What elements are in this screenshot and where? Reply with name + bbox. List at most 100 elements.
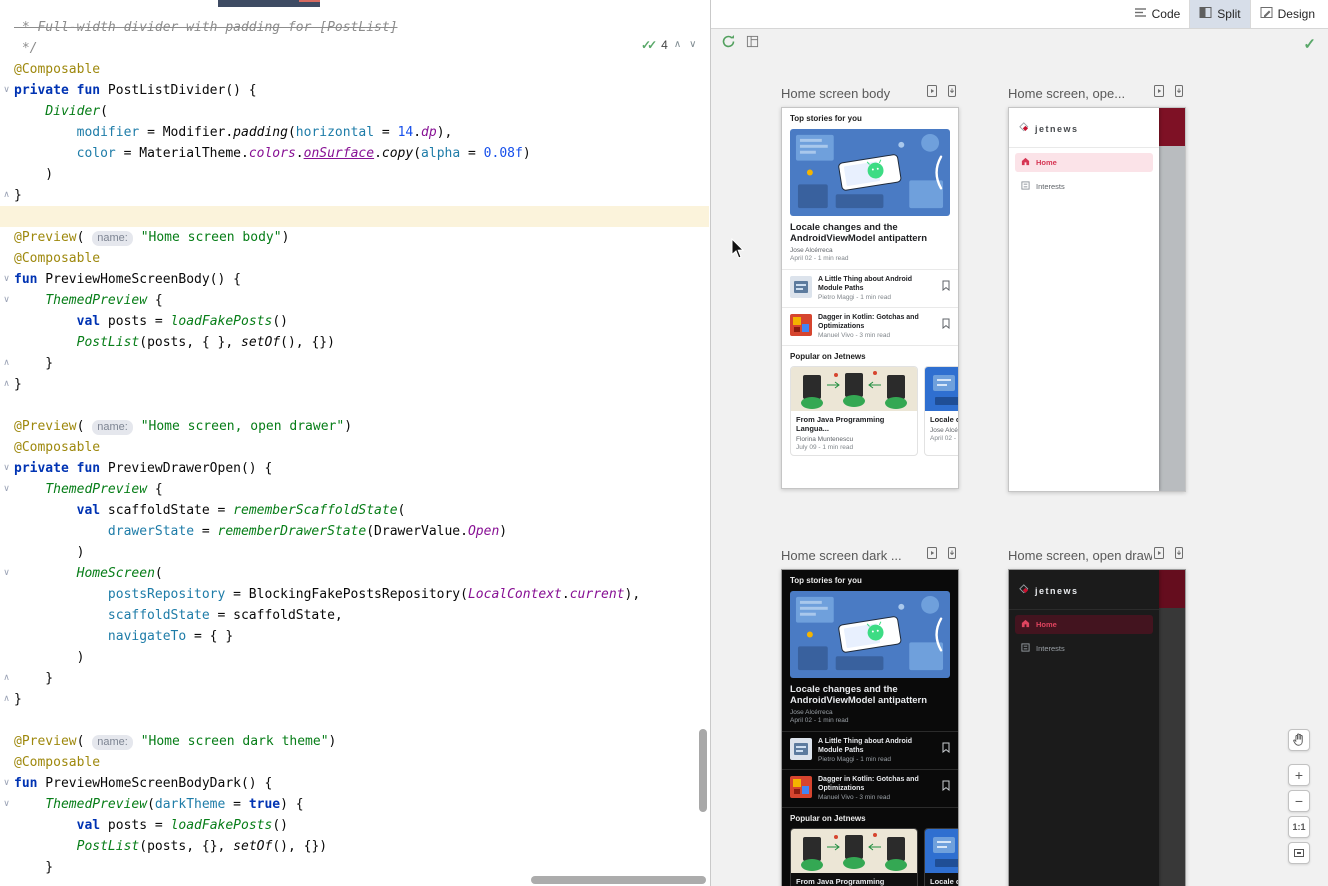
vertical-scrollbar[interactable]	[699, 729, 707, 812]
code-line[interactable]: HomeScreen(	[14, 563, 706, 584]
pan-button[interactable]	[1288, 729, 1310, 751]
code-line[interactable]	[14, 206, 706, 227]
code-line[interactable]: @Composable	[14, 59, 706, 80]
code-line[interactable]: ThemedPreview(darkTheme = true) {	[14, 794, 706, 815]
fold-marker[interactable]: ∧	[0, 353, 13, 374]
run-preview-icon[interactable]	[945, 546, 959, 565]
code-line[interactable]: private fun PreviewDrawerOpen() {	[14, 458, 706, 479]
preview-phone-open-drawer[interactable]: jetnewsHomeInterests	[1008, 107, 1186, 492]
popular-post-card[interactable]: From Java Programming Langua...Florina M…	[790, 828, 918, 886]
drawer-scrim[interactable]	[1159, 570, 1185, 886]
code-line[interactable]: @Composable	[14, 752, 706, 773]
code-line[interactable]: val posts = loadFakePosts()	[14, 815, 706, 836]
run-preview-icon[interactable]	[945, 84, 959, 103]
drawer-item-home[interactable]: Home	[1015, 153, 1153, 172]
zoom-to-fit-button[interactable]	[1288, 842, 1310, 864]
interactive-preview-icon[interactable]	[1152, 84, 1166, 103]
code-line[interactable]: modifier = Modifier.padding(horizontal =…	[14, 122, 706, 143]
fold-marker[interactable]: ∧	[0, 668, 13, 689]
hero-post-title[interactable]: Locale changes and the AndroidViewModel …	[790, 222, 950, 244]
inspections-widget[interactable]: ✓✓ 4 ∧ ∨	[641, 36, 698, 53]
preview-canvas[interactable]: Home screen body Top stories for youLoca…	[711, 60, 1328, 886]
code-line[interactable]: }	[14, 185, 706, 206]
zoom-actual-size-button[interactable]: 1:1	[1288, 816, 1310, 838]
popular-post-card[interactable]: From Java Programming Langua...Florina M…	[790, 366, 918, 456]
code-editor[interactable]: * Full-width divider with padding for [P…	[14, 17, 706, 878]
drawer-item-interests[interactable]: Interests	[1015, 177, 1153, 196]
code-line[interactable]: fun PreviewHomeScreenBodyDark() {	[14, 773, 706, 794]
popular-post-card[interactable]: Locale changes and the Andro...Jose Alcé…	[924, 366, 959, 456]
code-line[interactable]: val posts = loadFakePosts()	[14, 311, 706, 332]
refresh-previews-button[interactable]	[721, 34, 736, 54]
code-line[interactable]: val scaffoldState = rememberScaffoldStat…	[14, 500, 706, 521]
preview-phone-home-body[interactable]: Top stories for youLocale changes and th…	[781, 107, 959, 489]
fold-marker[interactable]: ∨	[0, 563, 13, 584]
fold-marker[interactable]: ∨	[0, 794, 13, 815]
interactive-preview-icon[interactable]	[1152, 546, 1166, 565]
fold-marker[interactable]: ∧	[0, 185, 13, 206]
code-line[interactable]: PostList(posts, { }, setOf(), {})	[14, 332, 706, 353]
hero-post-image[interactable]	[790, 591, 950, 678]
code-line[interactable]: */	[14, 38, 706, 59]
code-line[interactable]: @Preview( name: "Home screen body")	[14, 227, 706, 248]
hero-post-title[interactable]: Locale changes and the AndroidViewModel …	[790, 684, 950, 706]
hero-post-image[interactable]	[790, 129, 950, 216]
code-line[interactable]: color = MaterialTheme.colors.onSurface.c…	[14, 143, 706, 164]
post-row[interactable]: Dagger in Kotlin: Gotchas and Optimizati…	[782, 311, 958, 342]
post-row[interactable]: A Little Thing about Android Module Path…	[782, 735, 958, 766]
horizontal-scrollbar[interactable]	[531, 876, 706, 884]
prev-problem-icon[interactable]: ∧	[672, 39, 683, 50]
code-line[interactable]: )	[14, 542, 706, 563]
fold-marker[interactable]: ∨	[0, 458, 13, 479]
run-preview-icon[interactable]	[1172, 84, 1186, 103]
code-line[interactable]: PostList(posts, {}, setOf(), {})	[14, 836, 706, 857]
code-line[interactable]: ThemedPreview {	[14, 479, 706, 500]
fold-marker[interactable]: ∨	[0, 269, 13, 290]
fold-marker[interactable]: ∧	[0, 689, 13, 710]
zoom-out-button[interactable]: −	[1288, 790, 1310, 812]
preview-phone-home-body-dark[interactable]: Top stories for youLocale changes and th…	[781, 569, 959, 886]
bookmark-icon[interactable]	[942, 316, 950, 334]
fold-marker[interactable]: ∨	[0, 290, 13, 311]
code-line[interactable]: fun PreviewHomeScreenBody() {	[14, 269, 706, 290]
bookmark-icon[interactable]	[942, 278, 950, 296]
code-line[interactable]	[14, 395, 706, 416]
code-line[interactable]: @Composable	[14, 437, 706, 458]
bookmark-icon[interactable]	[942, 778, 950, 796]
code-line[interactable]: scaffoldState = scaffoldState,	[14, 605, 706, 626]
code-line[interactable]: @Preview( name: "Home screen, open drawe…	[14, 416, 706, 437]
popular-post-card[interactable]: Locale changes and the Andro...Jose Alcé…	[924, 828, 959, 886]
code-line[interactable]: ThemedPreview {	[14, 290, 706, 311]
editor-gutter[interactable]: ∨∧∨∨∧∧∨∨∨∧∧∨∨	[0, 17, 13, 878]
code-line[interactable]: }	[14, 689, 706, 710]
code-line[interactable]: )	[14, 647, 706, 668]
code-view-button[interactable]: Code	[1125, 0, 1190, 28]
code-line[interactable]: @Preview( name: "Home screen dark theme"…	[14, 731, 706, 752]
code-line[interactable]: drawerState = rememberDrawerState(Drawer…	[14, 521, 706, 542]
next-problem-icon[interactable]: ∨	[687, 39, 698, 50]
code-line[interactable]: private fun PostListDivider() {	[14, 80, 706, 101]
drawer-scrim[interactable]	[1159, 108, 1185, 491]
code-line[interactable]: Divider(	[14, 101, 706, 122]
code-line[interactable]: }	[14, 857, 706, 878]
interactive-preview-icon[interactable]	[925, 84, 939, 103]
code-line[interactable]	[14, 710, 706, 731]
code-line[interactable]: @Composable	[14, 248, 706, 269]
split-view-button[interactable]: Split	[1189, 0, 1249, 28]
fold-marker[interactable]: ∨	[0, 80, 13, 101]
design-view-button[interactable]: Design	[1250, 0, 1324, 28]
interactive-preview-icon[interactable]	[925, 546, 939, 565]
code-line[interactable]: }	[14, 374, 706, 395]
code-line[interactable]: }	[14, 353, 706, 374]
fold-marker[interactable]: ∨	[0, 773, 13, 794]
run-preview-icon[interactable]	[1172, 546, 1186, 565]
post-row[interactable]: Dagger in Kotlin: Gotchas and Optimizati…	[782, 773, 958, 804]
bookmark-icon[interactable]	[942, 740, 950, 758]
code-line[interactable]: * Full-width divider with padding for [P…	[14, 17, 706, 38]
view-options-button[interactable]	[746, 35, 759, 53]
code-line[interactable]: )	[14, 164, 706, 185]
code-line[interactable]: navigateTo = { }	[14, 626, 706, 647]
drawer-item-home[interactable]: Home	[1015, 615, 1153, 634]
code-line[interactable]: postsRepository = BlockingFakePostsRepos…	[14, 584, 706, 605]
fold-marker[interactable]: ∨	[0, 479, 13, 500]
